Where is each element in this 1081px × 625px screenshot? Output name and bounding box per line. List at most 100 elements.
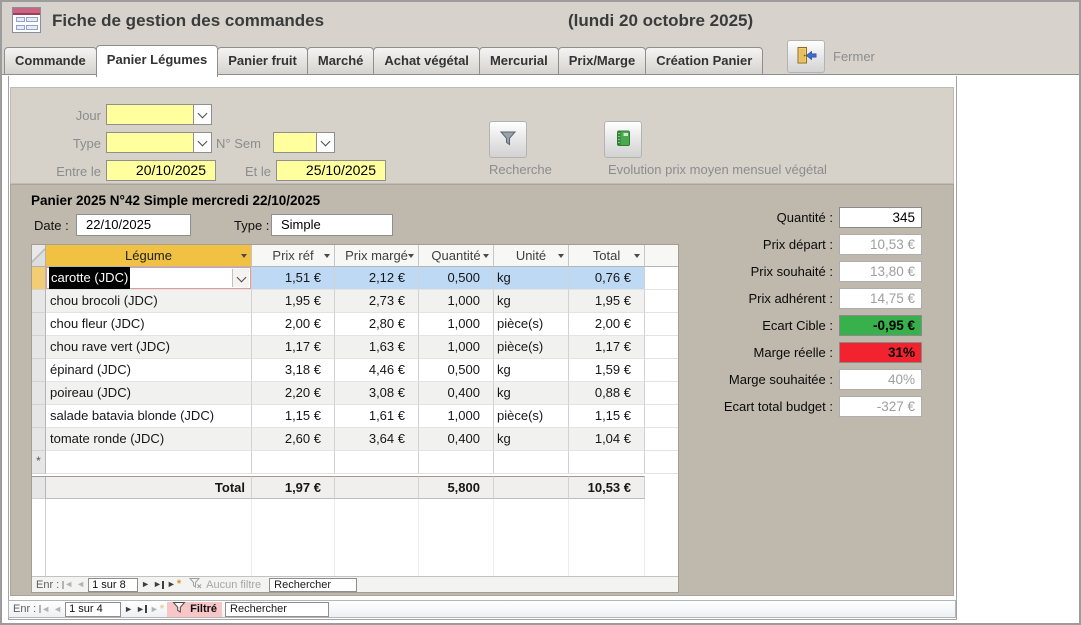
- combo-dropdown-button[interactable]: [232, 269, 249, 287]
- table-cell[interactable]: [46, 451, 252, 474]
- record-position-box[interactable]: 1 sur 8: [88, 578, 138, 592]
- table-cell[interactable]: 0,400: [419, 382, 494, 405]
- table-cell[interactable]: 3,18 €: [252, 359, 335, 382]
- jour-combobox[interactable]: [106, 104, 212, 125]
- tab-creation-panier[interactable]: Création Panier: [645, 47, 763, 75]
- table-cell[interactable]: 2,20 €: [252, 382, 335, 405]
- row-selector[interactable]: [32, 405, 46, 428]
- tab-panier-legumes[interactable]: Panier Légumes: [96, 45, 218, 77]
- last-record-button[interactable]: ►: [136, 605, 147, 614]
- next-record-button[interactable]: ►: [124, 605, 133, 614]
- table-cell[interactable]: épinard (JDC): [46, 359, 252, 382]
- marge-reelle-field[interactable]: 31%: [839, 342, 922, 363]
- row-selector[interactable]: [32, 336, 46, 359]
- table-cell[interactable]: kg: [494, 359, 569, 382]
- table-cell[interactable]: 1,17 €: [252, 336, 335, 359]
- search-button[interactable]: [489, 121, 527, 158]
- table-cell[interactable]: 0,500: [419, 359, 494, 382]
- type-combobox[interactable]: [106, 132, 212, 153]
- table-cell[interactable]: 1,61 €: [335, 405, 419, 428]
- table-cell[interactable]: [419, 451, 494, 474]
- row-selector[interactable]: [32, 359, 46, 382]
- tab-panier-fruit[interactable]: Panier fruit: [217, 47, 308, 75]
- table-cell[interactable]: pièce(s): [494, 336, 569, 359]
- table-cell[interactable]: 1,000: [419, 405, 494, 428]
- table-cell[interactable]: 1,000: [419, 290, 494, 313]
- table-cell[interactable]: kg: [494, 290, 569, 313]
- chevron-down-icon[interactable]: [316, 133, 334, 152]
- column-header-prix-marge[interactable]: Prix margé: [335, 245, 419, 267]
- new-record-selector[interactable]: *: [32, 451, 46, 474]
- table-cell[interactable]: chou rave vert (JDC): [46, 336, 252, 359]
- legume-combo[interactable]: carotte (JDC): [46, 267, 252, 290]
- first-record-button[interactable]: ◄: [62, 580, 73, 589]
- next-record-button[interactable]: ►: [141, 580, 150, 589]
- table-cell[interactable]: 4,46 €: [335, 359, 419, 382]
- column-header-legume[interactable]: Légume: [46, 245, 252, 267]
- previous-record-button[interactable]: ◄: [53, 605, 62, 614]
- tab-commande[interactable]: Commande: [4, 47, 97, 75]
- close-form-button[interactable]: [787, 40, 825, 73]
- date-field[interactable]: 22/10/2025: [76, 214, 191, 236]
- table-cell[interactable]: [335, 451, 419, 474]
- table-cell[interactable]: tomate ronde (JDC): [46, 428, 252, 451]
- tab-mercurial[interactable]: Mercurial: [479, 47, 559, 75]
- filter-state-toggle[interactable]: Aucun filtre: [184, 577, 266, 592]
- prix-adherent-field[interactable]: 14,75 €: [839, 288, 922, 309]
- row-selector[interactable]: [32, 313, 46, 336]
- table-cell[interactable]: chou brocoli (JDC): [46, 290, 252, 313]
- table-cell[interactable]: 1,15 €: [252, 405, 335, 428]
- table-cell[interactable]: [494, 451, 569, 474]
- table-cell[interactable]: 1,000: [419, 313, 494, 336]
- select-all-corner[interactable]: [32, 245, 46, 267]
- table-cell[interactable]: 1,04 €: [569, 428, 645, 451]
- row-selector[interactable]: [32, 290, 46, 313]
- table-cell[interactable]: [252, 451, 335, 474]
- chevron-down-icon[interactable]: [193, 105, 211, 124]
- table-cell[interactable]: pièce(s): [494, 405, 569, 428]
- table-cell[interactable]: 3,64 €: [335, 428, 419, 451]
- table-cell[interactable]: 1,63 €: [335, 336, 419, 359]
- table-cell[interactable]: 0,500: [419, 267, 494, 290]
- ecart-cible-field[interactable]: -0,95 €: [839, 315, 922, 336]
- column-header-quantite[interactable]: Quantité: [419, 245, 494, 267]
- table-cell[interactable]: kg: [494, 382, 569, 405]
- num-sem-combobox[interactable]: [273, 132, 335, 153]
- tab-achat-vegetal[interactable]: Achat végétal: [373, 47, 480, 75]
- tab-marche[interactable]: Marché: [307, 47, 375, 75]
- prix-souhaite-field[interactable]: 13,80 €: [839, 261, 922, 282]
- table-cell[interactable]: 2,12 €: [335, 267, 419, 290]
- table-cell[interactable]: 2,80 €: [335, 313, 419, 336]
- table-cell[interactable]: 2,60 €: [252, 428, 335, 451]
- prix-depart-field[interactable]: 10,53 €: [839, 234, 922, 255]
- table-cell[interactable]: kg: [494, 267, 569, 290]
- table-cell[interactable]: salade batavia blonde (JDC): [46, 405, 252, 428]
- et-le-date-field[interactable]: 25/10/2025: [276, 160, 386, 181]
- new-record-button[interactable]: ►*: [167, 580, 181, 589]
- table-cell[interactable]: 1,000: [419, 336, 494, 359]
- table-cell[interactable]: 3,08 €: [335, 382, 419, 405]
- table-cell[interactable]: 2,73 €: [335, 290, 419, 313]
- previous-record-button[interactable]: ◄: [76, 580, 85, 589]
- search-record-input[interactable]: Rechercher: [269, 578, 357, 592]
- chevron-down-icon[interactable]: [193, 133, 211, 152]
- table-cell[interactable]: 2,00 €: [252, 313, 335, 336]
- table-cell[interactable]: poireau (JDC): [46, 382, 252, 405]
- filter-state-toggle[interactable]: Filtré: [167, 602, 222, 617]
- row-selector[interactable]: [32, 428, 46, 451]
- tab-prix-marge[interactable]: Prix/Marge: [558, 47, 646, 75]
- table-cell[interactable]: pièce(s): [494, 313, 569, 336]
- type-field[interactable]: Simple: [271, 214, 393, 236]
- column-header-unite[interactable]: Unité: [494, 245, 569, 267]
- table-cell[interactable]: chou fleur (JDC): [46, 313, 252, 336]
- new-record-button[interactable]: ►*: [150, 605, 164, 614]
- entre-le-date-field[interactable]: 20/10/2025: [106, 160, 216, 181]
- record-position-box[interactable]: 1 sur 4: [65, 602, 121, 617]
- search-record-input[interactable]: Rechercher: [225, 602, 329, 617]
- first-record-button[interactable]: ◄: [39, 605, 50, 614]
- ecart-total-budget-field[interactable]: -327 €: [839, 396, 922, 417]
- table-cell[interactable]: 1,51 €: [252, 267, 335, 290]
- evolution-button[interactable]: [604, 121, 642, 158]
- row-selector[interactable]: [32, 267, 46, 290]
- row-selector[interactable]: [32, 382, 46, 405]
